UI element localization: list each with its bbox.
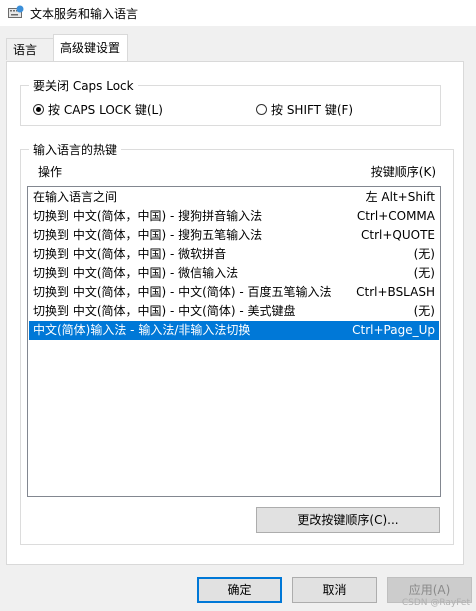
hotkey-list[interactable]: 在输入语言之间 左 Alt+Shift 切换到 中文(简体，中国) - 搜狗拼音…	[27, 186, 441, 497]
list-item-keys: Ctrl+Page_Up	[352, 323, 435, 337]
column-header-operation: 操作	[38, 165, 63, 179]
window-title: 文本服务和输入语言	[30, 7, 139, 21]
radio-caps-lock-key[interactable]: 按 CAPS LOCK 键(L)	[33, 101, 163, 118]
list-item[interactable]: 切换到 中文(简体，中国) - 微信输入法 (无)	[29, 264, 439, 283]
list-item[interactable]: 切换到 中文(简体，中国) - 中文(简体) - 百度五笔输入法 Ctrl+BS…	[29, 283, 439, 302]
list-item-keys: Ctrl+QUOTE	[361, 228, 435, 242]
list-item-operation: 切换到 中文(简体，中国) - 中文(简体) - 百度五笔输入法	[33, 285, 332, 299]
list-item[interactable]: 切换到 中文(简体，中国) - 微软拼音 (无)	[29, 245, 439, 264]
watermark: CSDN @RayFet	[401, 598, 470, 608]
list-item-operation: 切换到 中文(简体，中国) - 中文(简体) - 美式键盘	[33, 304, 296, 318]
hotkeys-group-title: 输入语言的热键	[29, 141, 122, 158]
list-item-keys: Ctrl+COMMA	[356, 209, 435, 223]
list-item-operation: 在输入语言之间	[33, 190, 118, 204]
radio-caps-lock-label: 按 CAPS LOCK 键(L)	[48, 103, 163, 117]
list-item-operation: 切换到 中文(简体，中国) - 微软拼音	[33, 247, 227, 261]
radio-shift-label: 按 SHIFT 键(F)	[271, 103, 354, 117]
title-bar: 文本服务和输入语言	[0, 0, 476, 26]
list-item-operation: 切换到 中文(简体，中国) - 搜狗拼音输入法	[33, 209, 263, 223]
change-key-sequence-button[interactable]: 更改按键顺序(C)...	[256, 507, 440, 533]
list-item-operation: 中文(简体)输入法 - 输入法/非输入法切换	[33, 323, 251, 337]
list-item-keys: (无)	[413, 247, 435, 261]
list-item[interactable]: 在输入语言之间 左 Alt+Shift	[29, 188, 439, 207]
list-item[interactable]: 切换到 中文(简体，中国) - 搜狗拼音输入法 Ctrl+COMMA	[29, 207, 439, 226]
list-item-operation: 切换到 中文(简体，中国) - 微信输入法	[33, 266, 239, 280]
list-item[interactable]: 切换到 中文(简体，中国) - 中文(简体) - 美式键盘 (无)	[29, 302, 439, 321]
tab-language-bar[interactable]: 语言栏	[6, 38, 54, 79]
list-item-selected[interactable]: 中文(简体)输入法 - 输入法/非输入法切换 Ctrl+Page_Up	[29, 321, 439, 340]
tab-advanced-key-settings[interactable]: 高级键设置	[53, 34, 128, 61]
caps-lock-group-title: 要关闭 Caps Lock	[29, 77, 138, 94]
list-item-keys: (无)	[413, 304, 435, 318]
list-item-keys: Ctrl+BSLASH	[356, 285, 435, 299]
ok-button[interactable]: 确定	[197, 577, 282, 603]
keyboard-globe-icon	[8, 5, 24, 18]
list-item-operation: 切换到 中文(简体，中国) - 搜狗五笔输入法	[33, 228, 263, 242]
list-item-keys: 左 Alt+Shift	[365, 190, 435, 204]
list-item-keys: (无)	[413, 266, 435, 280]
radio-selected-icon	[33, 104, 44, 115]
radio-shift-key[interactable]: 按 SHIFT 键(F)	[256, 101, 353, 118]
cancel-button[interactable]: 取消	[292, 577, 377, 603]
list-item[interactable]: 切换到 中文(简体，中国) - 搜狗五笔输入法 Ctrl+QUOTE	[29, 226, 439, 245]
radio-unselected-icon	[256, 104, 267, 115]
column-header-key-sequence: 按键顺序(K)	[370, 165, 436, 179]
